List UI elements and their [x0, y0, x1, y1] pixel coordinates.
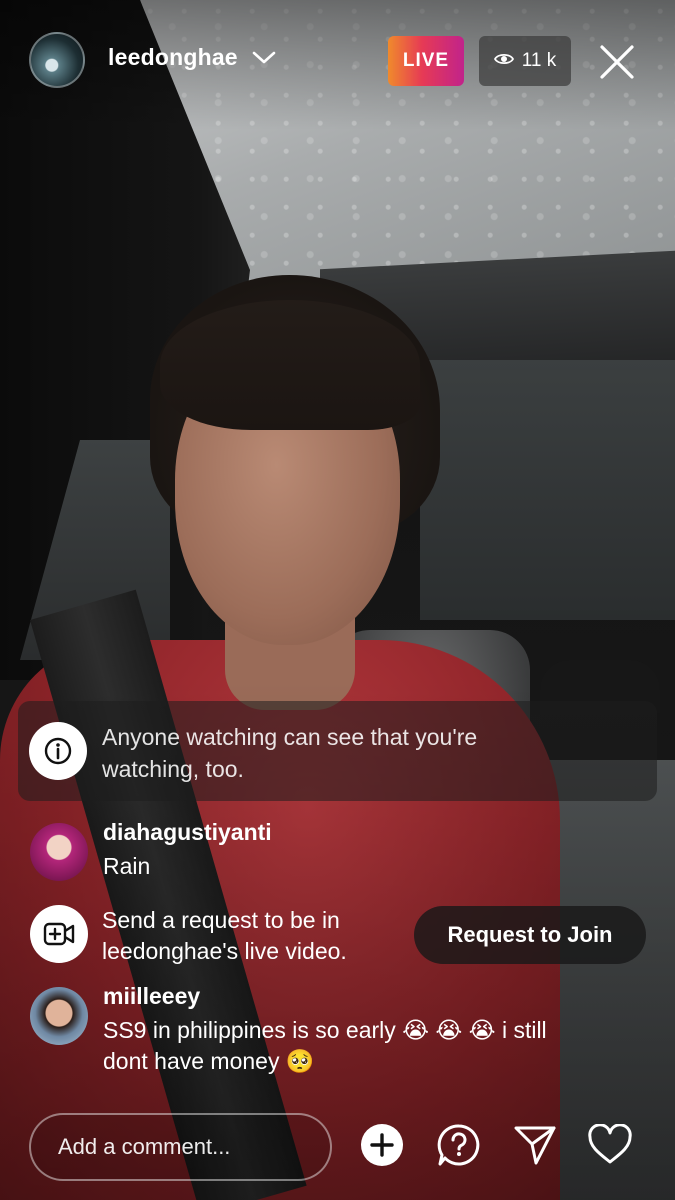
viewer-visibility-notice: Anyone watching can see that you're watc…: [18, 701, 657, 801]
info-icon: [29, 722, 87, 780]
share-button[interactable]: [512, 1124, 558, 1170]
question-button[interactable]: [436, 1122, 482, 1173]
commenter-username[interactable]: diahagustiyanti: [103, 819, 272, 846]
live-badge: LIVE: [388, 36, 464, 86]
commenter-avatar[interactable]: [30, 823, 88, 881]
close-icon: [597, 45, 637, 86]
host-username-button[interactable]: leedonghae: [108, 44, 276, 71]
plus-circle-icon: [359, 1122, 405, 1173]
send-icon: [513, 1124, 557, 1171]
add-button[interactable]: [359, 1122, 405, 1173]
host-username: leedonghae: [108, 44, 238, 70]
notice-text: Anyone watching can see that you're watc…: [102, 724, 478, 782]
host-avatar[interactable]: [29, 32, 85, 88]
heart-icon: [587, 1122, 633, 1171]
join-request-text: Send a request to be in leedonghae's liv…: [102, 907, 347, 964]
comment-text: SS9 in philippines is so early 😭 😭 😭 i s…: [103, 1017, 547, 1074]
video-camera-plus-icon: [30, 905, 88, 963]
streamer-bangs: [160, 300, 420, 430]
eye-icon: [493, 50, 514, 72]
like-button[interactable]: [587, 1122, 633, 1171]
add-comment-input[interactable]: Add a comment...: [29, 1113, 332, 1181]
viewer-count-badge[interactable]: 11 k: [479, 36, 571, 86]
question-icon: [436, 1122, 482, 1173]
live-header: leedonghae LIVE 11 k: [0, 0, 675, 120]
request-to-join-button[interactable]: Request to Join: [414, 906, 646, 964]
close-button[interactable]: [597, 42, 637, 82]
rear-window: [420, 360, 675, 620]
join-request-row: Send a request to be in leedonghae's liv…: [30, 905, 650, 969]
commenter-username[interactable]: miilleeey: [103, 983, 200, 1010]
commenter-avatar[interactable]: [30, 987, 88, 1045]
viewer-count: 11 k: [521, 50, 557, 71]
comment-text: Rain: [103, 853, 151, 879]
chevron-down-icon: [252, 51, 276, 65]
